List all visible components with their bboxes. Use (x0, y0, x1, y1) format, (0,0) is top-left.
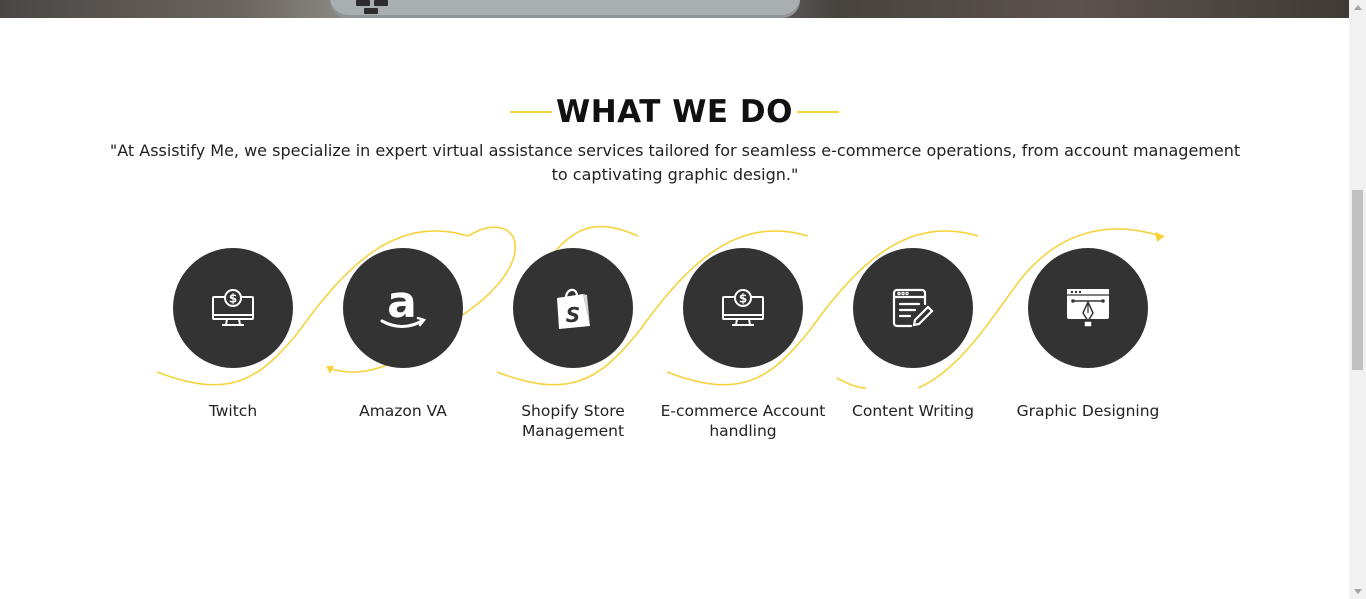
laptop-image (330, 0, 800, 18)
service-item-ecommerce[interactable]: $ E-commerce Account handling (658, 248, 828, 441)
service-circle[interactable] (853, 248, 973, 368)
service-item-shopify[interactable]: S Shopify Store Management (488, 248, 658, 441)
service-label[interactable]: Amazon VA (318, 402, 488, 422)
svg-text:S: S (566, 303, 580, 327)
service-item-content-writing[interactable]: Content Writing (828, 248, 998, 422)
section-intro: "At Assistify Me, we specialize in exper… (109, 141, 1241, 184)
service-circle[interactable]: $ (683, 248, 803, 368)
scrollbar-thumb[interactable] (1352, 190, 1363, 370)
laptop-key (356, 0, 370, 6)
heading-line-left (510, 111, 553, 113)
service-item-twitch[interactable]: $ Twitch (148, 248, 318, 422)
service-label[interactable]: Graphic Designing (1003, 402, 1173, 422)
service-label[interactable]: E-commerce Account handling (658, 402, 828, 441)
service-circle[interactable]: S (513, 248, 633, 368)
section-title: WHAT WE DO (556, 94, 793, 130)
page-scrollbar[interactable] (1349, 0, 1366, 599)
shopify-bag-icon: S (557, 288, 590, 329)
svg-text:$: $ (739, 292, 747, 306)
monitor-dollar-icon: $ (722, 289, 764, 326)
document-pen-icon (892, 288, 934, 328)
heading-line-right (796, 111, 839, 113)
wave-arrowhead (1155, 232, 1165, 242)
service-item-amazon-va[interactable]: a Amazon VA (318, 248, 488, 422)
monitor-dollar-icon: $ (212, 289, 254, 326)
service-label[interactable]: Shopify Store Management (488, 402, 658, 441)
service-label[interactable]: Twitch (148, 402, 318, 422)
scroll-up-arrow-icon[interactable] (1354, 5, 1362, 10)
service-item-graphic-designing[interactable]: Graphic Designing (1003, 248, 1173, 422)
laptop-key (374, 0, 388, 6)
pen-tool-window-icon (1067, 289, 1109, 328)
scroll-down-arrow-icon[interactable] (1354, 589, 1362, 594)
svg-text:$: $ (229, 292, 237, 306)
service-circle[interactable]: $ (173, 248, 293, 368)
laptop-key (364, 8, 378, 14)
section-heading: WHAT WE DO (0, 92, 1349, 132)
service-circle[interactable]: a (343, 248, 463, 368)
amazon-logo-icon: a (380, 284, 427, 328)
service-circle[interactable] (1028, 248, 1148, 368)
hero-image (0, 0, 1349, 18)
svg-text:a: a (387, 284, 417, 328)
service-label[interactable]: Content Writing (828, 402, 998, 422)
